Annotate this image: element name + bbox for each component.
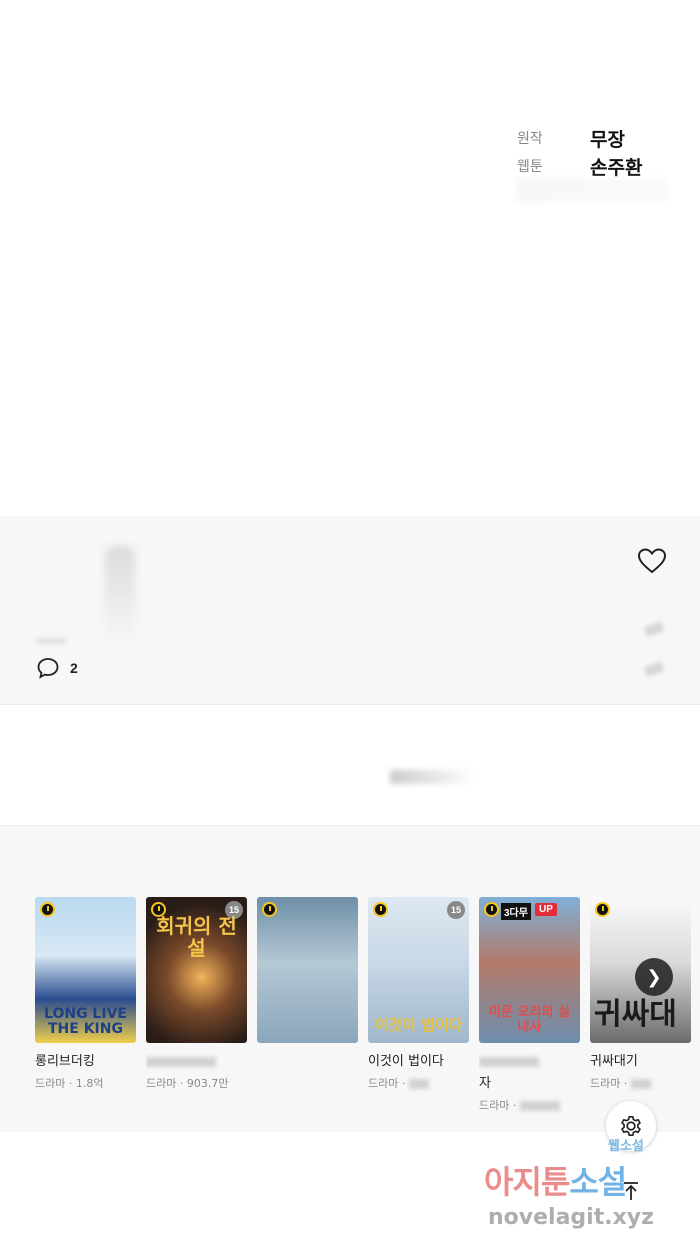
recommendation-card[interactable]: 15 회귀의 전설 드라마 · 903.7만	[146, 897, 247, 1113]
credit-webtoon: 웹툰 손주환	[517, 152, 677, 180]
watermark-top: 웹소설	[608, 1139, 644, 1154]
wait-free-badge: 3다무	[501, 903, 531, 920]
comment-icon	[37, 658, 59, 679]
arrow-up-icon	[624, 1182, 638, 1200]
watermark-logo: 아지툰소설	[484, 1157, 627, 1203]
recommendation-rail: LONG LIVE THE KING 롱리브더킹 드라마 · 1.8억 15 회…	[0, 826, 700, 1132]
card-meta-text: 드라마 ·	[479, 1099, 520, 1112]
card-title: 귀싸대기	[590, 1054, 638, 1069]
clock-icon	[595, 902, 610, 917]
recommendation-card[interactable]: 귀싸대 귀싸대기 드라마 ·	[590, 897, 691, 1113]
blurred-region	[36, 638, 66, 644]
cover-image: 15 회귀의 전설	[146, 897, 247, 1043]
cover-text: 이것이 법이다	[374, 1016, 463, 1034]
cover-text: 귀싸대	[594, 997, 677, 1032]
card-meta-text: 드라마 ·	[590, 1077, 631, 1090]
card-title: 롱리브더킹	[35, 1054, 95, 1069]
like-button[interactable]	[637, 547, 667, 575]
card-meta-text: 드라마 ·	[368, 1077, 409, 1090]
cover-text: 미운 오리의 실내사	[489, 1005, 570, 1035]
watermark-url: novelagit.xyz	[488, 1205, 654, 1230]
blurred-region	[390, 770, 470, 784]
card-title: 이것이 법이다	[368, 1054, 444, 1069]
cover-text: LONG LIVE THE KING	[44, 1006, 127, 1037]
comment-count: 2	[70, 660, 78, 676]
clock-icon	[484, 902, 499, 917]
card-title	[479, 1053, 580, 1071]
clock-icon	[373, 902, 388, 917]
cover-image	[257, 897, 358, 1043]
age-rating-badge: 15	[447, 901, 465, 919]
recommendation-card[interactable]	[257, 897, 358, 1113]
recommendation-card[interactable]: LONG LIVE THE KING 롱리브더킹 드라마 · 1.8억	[35, 897, 136, 1113]
chevron-right-icon: ❯	[646, 966, 662, 987]
credit-name: 무장	[590, 128, 625, 151]
credit-name: 손주환	[590, 156, 643, 179]
heart-icon	[637, 548, 667, 574]
recommendation-card[interactable]: 3다무 UP 미운 오리의 실내사 자 드라마 ·	[479, 897, 580, 1113]
cover-text: 회귀의 전설	[156, 914, 237, 960]
watermark-red-text: 아지툰	[484, 1163, 570, 1201]
card-meta: 드라마 · 903.7만	[146, 1077, 229, 1090]
cover-image: 15 이것이 법이다	[368, 897, 469, 1043]
credit-label: 원작	[517, 131, 543, 147]
card-title-line2: 자	[479, 1076, 491, 1091]
blurred-region	[105, 546, 135, 641]
comment-button[interactable]: 2	[36, 656, 78, 680]
clock-icon	[262, 902, 277, 917]
card-meta: 드라마 ·	[590, 1075, 691, 1091]
blurred-credit-line	[517, 178, 667, 202]
card-meta: 드라마 ·	[479, 1097, 580, 1113]
clock-icon	[40, 902, 55, 917]
cover-image: LONG LIVE THE KING	[35, 897, 136, 1043]
card-title	[146, 1053, 247, 1071]
divider	[0, 704, 700, 705]
up-badge: UP	[535, 903, 557, 916]
cover-image: 3다무 UP 미운 오리의 실내사	[479, 897, 580, 1043]
card-meta: 드라마 · 1.8억	[35, 1077, 104, 1090]
recommendation-card[interactable]: 15 이것이 법이다 이것이 법이다 드라마 ·	[368, 897, 469, 1113]
engagement-panel	[0, 516, 700, 704]
credits: 원작 무장 웹툰 손주환	[517, 124, 677, 180]
card-meta: 드라마 ·	[368, 1075, 469, 1091]
credit-label: 웹툰	[517, 159, 543, 175]
recommendation-list: LONG LIVE THE KING 롱리브더킹 드라마 · 1.8억 15 회…	[35, 897, 691, 1113]
rail-next-button[interactable]: ❯	[635, 958, 673, 996]
credit-original: 원작 무장	[517, 124, 677, 152]
